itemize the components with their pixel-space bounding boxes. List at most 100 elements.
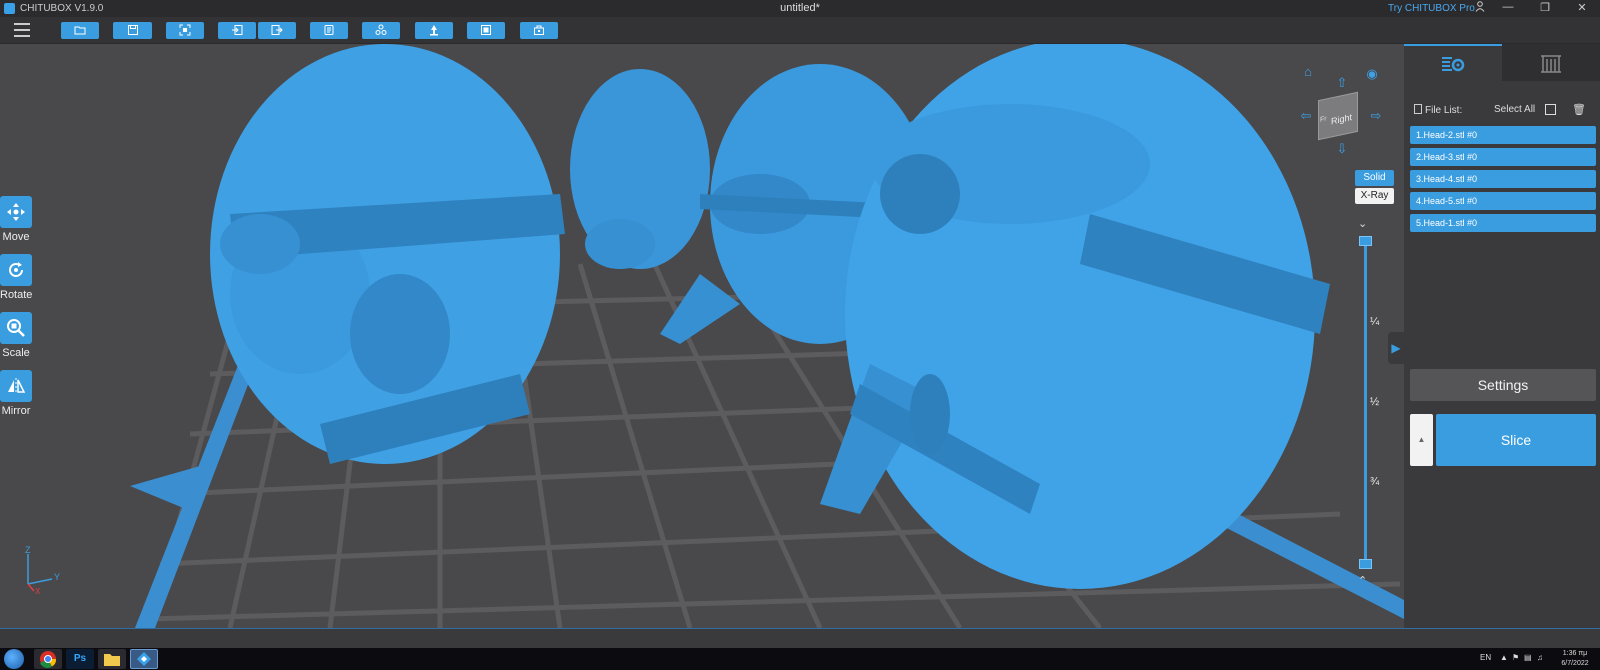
panel-tabs	[1404, 44, 1600, 81]
collapse-panel-button[interactable]: ▶	[1388, 332, 1404, 364]
chrome-icon[interactable]	[34, 649, 62, 669]
screenshot-button[interactable]	[166, 22, 204, 39]
layout-button[interactable]	[362, 22, 400, 39]
volume-icon[interactable]: ♫	[1537, 653, 1543, 662]
rotate-tool[interactable]: Rotate	[0, 254, 32, 301]
select-all-checkbox[interactable]	[1545, 104, 1556, 115]
layout-icon	[375, 24, 387, 35]
file-list-item[interactable]: 5.Head-1.stl #0	[1410, 214, 1596, 232]
hollow-button[interactable]	[467, 22, 505, 39]
save-icon	[127, 25, 138, 35]
language-indicator[interactable]: EN	[1480, 653, 1491, 662]
printer-tab-icon	[1541, 55, 1561, 73]
axis-x-label: X	[35, 587, 41, 594]
menu-icon[interactable]	[14, 23, 30, 37]
xray-mode-button[interactable]: X-Ray	[1355, 188, 1394, 204]
main-toolbar	[0, 17, 1600, 44]
view-up-arrow-icon[interactable]: ⇧	[1334, 75, 1350, 91]
screenshot-icon	[179, 24, 191, 36]
clock-time: 1:36 πμ	[1562, 650, 1588, 657]
3d-viewport[interactable]: Z Y X Move Rotate Scale Mirror	[0, 44, 1404, 628]
fraction-quarter: ¼	[1370, 316, 1380, 328]
open-folder-icon	[74, 26, 86, 35]
chevron-down-icon[interactable]: ⌄	[1358, 217, 1367, 230]
home-view-icon[interactable]: ⌂	[1300, 64, 1316, 79]
layer-slider-top-handle[interactable]	[1359, 236, 1372, 246]
copy-icon	[324, 25, 334, 35]
export-button[interactable]	[258, 22, 296, 39]
axis-z-label: Z	[25, 545, 31, 555]
rotate-tool-label: Rotate	[0, 289, 33, 301]
tab-settings[interactable]	[1404, 44, 1502, 81]
import-button[interactable]	[218, 22, 256, 39]
tab-printer[interactable]	[1502, 44, 1600, 81]
view-down-arrow-icon[interactable]: ⇩	[1334, 141, 1350, 157]
export-icon	[271, 25, 283, 35]
view-cube-right-label: Right	[1331, 112, 1353, 127]
network-icon[interactable]: ▤	[1524, 653, 1532, 662]
system-clock[interactable]: 1:36 πμ 6/7/2022	[1553, 649, 1597, 669]
try-pro-link[interactable]: Try CHITUBOX Pro	[1388, 3, 1475, 14]
support-button[interactable]	[415, 22, 453, 39]
view-left-arrow-icon[interactable]: ⇦	[1298, 108, 1314, 124]
file-list-icon	[1414, 104, 1422, 114]
mirror-icon	[8, 378, 26, 394]
file-list-header: File List: Select All 🗑	[1414, 104, 1594, 118]
minimize-icon[interactable]: —	[1500, 1, 1516, 13]
fraction-half: ½	[1370, 396, 1380, 408]
fraction-three-quarter: ¾	[1370, 476, 1380, 488]
file-list-item[interactable]: 4.Head-5.stl #0	[1410, 192, 1596, 210]
flag-icon[interactable]: ⚑	[1512, 653, 1519, 662]
move-tool[interactable]: Move	[0, 196, 32, 243]
status-bar	[0, 628, 1600, 648]
restore-icon[interactable]: ❐	[1537, 1, 1553, 14]
file-explorer-icon[interactable]	[98, 649, 126, 669]
title-bar: CHITUBOX V1.9.0 untitled* Try CHITUBOX P…	[0, 0, 1600, 17]
user-icon[interactable]	[1472, 1, 1488, 15]
model-head-1	[210, 44, 565, 464]
mirror-tool[interactable]: Mirror	[0, 370, 32, 417]
move-tool-label: Move	[2, 231, 30, 243]
app-window: CHITUBOX V1.9.0 untitled* Try CHITUBOX P…	[0, 0, 1600, 670]
model-head-2	[570, 69, 710, 269]
file-list-item[interactable]: 1.Head-2.stl #0	[1410, 126, 1596, 144]
chevron-up-icon[interactable]: ⌃	[1358, 574, 1367, 587]
mirror-tool-label: Mirror	[1, 405, 31, 417]
axis-y-label: Y	[54, 572, 60, 582]
view-cube-front-label: Fr	[1320, 115, 1327, 124]
file-list-item[interactable]: 3.Head-4.stl #0	[1410, 170, 1596, 188]
copy-button[interactable]	[310, 22, 348, 39]
show-hidden-icons-icon[interactable]: ▲	[1500, 653, 1508, 662]
settings-tab-icon	[1442, 57, 1465, 72]
save-button[interactable]	[113, 22, 152, 39]
support-icon	[430, 25, 438, 36]
close-icon[interactable]: ✕	[1574, 1, 1590, 14]
layer-slider-track[interactable]	[1364, 240, 1367, 565]
build-plate-edge	[130, 466, 200, 514]
slice-options-button[interactable]: ▲	[1410, 414, 1433, 466]
rotate-icon	[9, 262, 23, 277]
document-title: untitled*	[780, 2, 820, 14]
build-plate-button[interactable]	[520, 22, 558, 39]
build-plate-icon	[534, 25, 544, 35]
file-list-item[interactable]: 2.Head-3.stl #0	[1410, 148, 1596, 166]
windows-start-icon[interactable]	[4, 649, 24, 669]
settings-button[interactable]: Settings	[1410, 369, 1596, 401]
chitubox-icon[interactable]	[130, 649, 158, 669]
view-cube[interactable]: Fr Right	[1318, 91, 1358, 141]
import-icon	[232, 25, 243, 35]
view-right-arrow-icon[interactable]: ⇨	[1368, 108, 1384, 124]
open-folder-button[interactable]	[61, 22, 99, 39]
os-taskbar: Ps EN ▲ ⚑ ▤ ♫ 1:36 πμ 6/7/2022	[0, 648, 1600, 670]
right-panel: File List: Select All 🗑 1.Head-2.stl #0 …	[1404, 44, 1600, 628]
layer-slider-bottom-handle[interactable]	[1359, 559, 1372, 569]
solid-mode-button[interactable]: Solid	[1355, 170, 1394, 186]
scale-tool[interactable]: Scale	[0, 312, 32, 359]
trash-icon[interactable]: 🗑	[1572, 103, 1586, 116]
eye-icon[interactable]: ◉	[1364, 66, 1380, 82]
photoshop-icon[interactable]: Ps	[66, 649, 94, 669]
hollow-icon	[481, 25, 491, 35]
scale-icon	[7, 319, 25, 337]
slice-button[interactable]: Slice	[1436, 414, 1596, 466]
scale-tool-label: Scale	[2, 347, 30, 359]
